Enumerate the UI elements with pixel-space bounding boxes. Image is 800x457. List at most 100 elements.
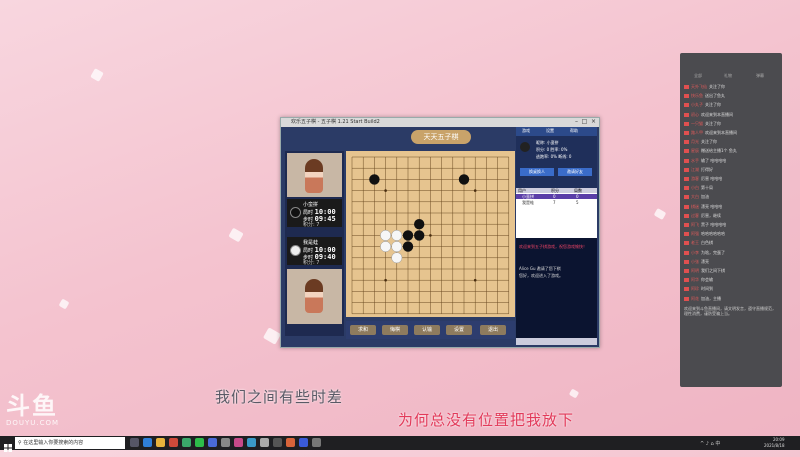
chat-username[interactable]: 棋迷 [691,204,699,209]
gomoku-board[interactable] [346,151,515,317]
undo-button[interactable]: 悔棋 [382,325,408,335]
chat-username[interactable]: 游客 [691,176,699,181]
chat-text: 关注了你 [701,139,717,145]
tab-all[interactable]: 全部 [694,73,702,79]
chat-username[interactable]: 阿飞 [691,222,699,227]
badge-icon [684,250,689,255]
game-button-bar: 求和 悔棋 认输 设置 退出 [346,321,515,339]
chat-text: 黑子 哈哈哈哈 [701,222,727,227]
chat-line: 欢迎来到五子棋游戏，祝您游戏愉快！ [519,244,587,249]
badge-icon [684,223,689,227]
badge-icon [684,195,689,200]
star-point [473,278,477,282]
black-stone [369,174,380,185]
chat-input[interactable] [516,338,597,345]
chat-message: 阿花 加油，主播 [684,296,721,302]
list-item[interactable]: 我是蛙 7 5 [516,200,597,205]
maximize-icon[interactable]: □ [581,119,588,125]
chat-message: 大白 加油 [684,194,709,200]
black-stone [414,230,425,241]
star-point [384,278,387,282]
tab-help[interactable]: 帮助 [570,128,578,134]
system-tray-icons[interactable]: ^ ♪ ⌂ 中 [700,440,720,447]
window-titlebar[interactable]: 欢乐五子棋 - 五子棋 1.21 Start Build2 – □ × [281,118,599,127]
app-icon[interactable] [286,438,295,447]
close-icon[interactable]: × [590,119,597,125]
explorer-icon[interactable] [156,438,165,447]
chat-username[interactable]: 路人甲 [691,130,703,135]
chat-username[interactable]: 小丸子 [691,102,703,107]
app-icon[interactable] [260,438,269,447]
wechat-icon[interactable] [195,438,204,447]
chat-username[interactable]: 快乐鱼 [691,93,703,98]
chat-username[interactable]: 大白 [691,194,699,199]
app-icon[interactable] [234,438,243,447]
chat-username[interactable]: 月光 [691,139,699,144]
chat-username[interactable]: 小张 [691,259,699,264]
app-icon[interactable] [247,438,256,447]
exit-button[interactable]: 退出 [480,325,506,335]
board-grid[interactable] [346,151,515,317]
user-list: 用户 积分 局数 小蛮拼 0 0 我是蛙 7 5 [516,188,597,238]
minimize-icon[interactable]: – [573,119,580,125]
chat-username[interactable]: 一只猫 [691,121,703,126]
tab-game[interactable]: 游戏 [522,128,530,134]
chat-username[interactable]: 星辰 [691,148,699,153]
badge-icon [684,213,689,218]
white-stone-icon [290,245,301,256]
list-item[interactable]: 小蛮拼 0 0 [516,194,597,199]
windows-start-icon[interactable] [3,438,13,452]
resign-button[interactable]: 认输 [414,325,440,335]
chat-username[interactable]: 阿花 [691,296,699,301]
app-icon[interactable] [169,438,178,447]
badge-icon [684,121,689,126]
invite-friend-button[interactable]: 邀请好友 [558,168,592,176]
change-table-button[interactable]: 换桌换人 [520,168,554,176]
chat-username[interactable]: 天外飞仙 [691,84,707,89]
logo-text-en: DOUYU.COM [6,419,60,427]
chat-username[interactable]: 过客 [691,213,699,218]
chat-username[interactable]: 老王 [691,240,699,245]
tab-danmu[interactable]: 弹幕 [756,73,764,79]
chat-message: 江湖 打得好 [684,167,713,173]
app-icon[interactable] [299,438,308,447]
draw-button[interactable]: 求和 [350,325,376,335]
info-pane: 游戏 设置 帮助 昵称: 小蛮拼 积分: 0 胜率: 0% 逃跑率: 0% 断线… [516,127,597,345]
app-icon[interactable] [182,438,191,447]
chat-text: 第十局 [701,185,713,191]
chat-username[interactable]: 阿珍 [691,286,699,291]
chat-message: 小白 第十局 [684,185,713,191]
chat-username[interactable]: 阿强 [691,231,699,236]
chat-username[interactable]: 小白 [691,185,699,190]
row-games: 0 [576,194,579,199]
chat-username[interactable]: 阿华 [691,277,699,282]
chat-text: 厉害 哈哈哈 [701,176,723,181]
chat-username[interactable]: 水手 [691,158,699,163]
black-stone [402,230,414,241]
player1-name: 小蛮拼 [303,202,319,208]
subtitle-line-2: 为何总没有位置把我放下 [398,411,575,429]
app-icon[interactable] [312,438,321,447]
tab-settings[interactable]: 设置 [546,128,554,134]
star-point [429,234,432,237]
taskbar-search[interactable]: ⚲ 在这里输入你要搜索的内容 [15,437,125,449]
avatar-figure [305,279,323,313]
edge-icon[interactable] [143,438,152,447]
chat-message: 小丸子 关注了你 [684,102,721,108]
taskbar-clock[interactable]: 20:09 2021/8/18 [764,437,785,449]
chat-username[interactable]: 江湖 [691,167,699,172]
app-icon[interactable] [208,438,217,447]
tab-gifts[interactable]: 礼物 [724,73,732,79]
chat-message: 阿珍 时间到 [684,286,713,292]
task-view-icon[interactable] [130,438,139,447]
chat-username[interactable]: 阿明 [691,268,699,273]
badge-icon [684,158,689,163]
chat-username[interactable]: 初心 [691,112,699,117]
chat-text: 我们之间下棋 [701,268,725,273]
settings-button[interactable]: 设置 [446,325,472,335]
taskbar: ⚲ 在这里输入你要搜索的内容 ^ ♪ ⌂ 中 20:09 2021/8/18 [0,436,800,452]
app-icon[interactable] [221,438,230,447]
app-icon[interactable] [273,438,282,447]
douyu-logo: 斗鱼 DOUYU.COM [6,386,76,428]
chat-username[interactable]: 小李 [691,250,699,255]
